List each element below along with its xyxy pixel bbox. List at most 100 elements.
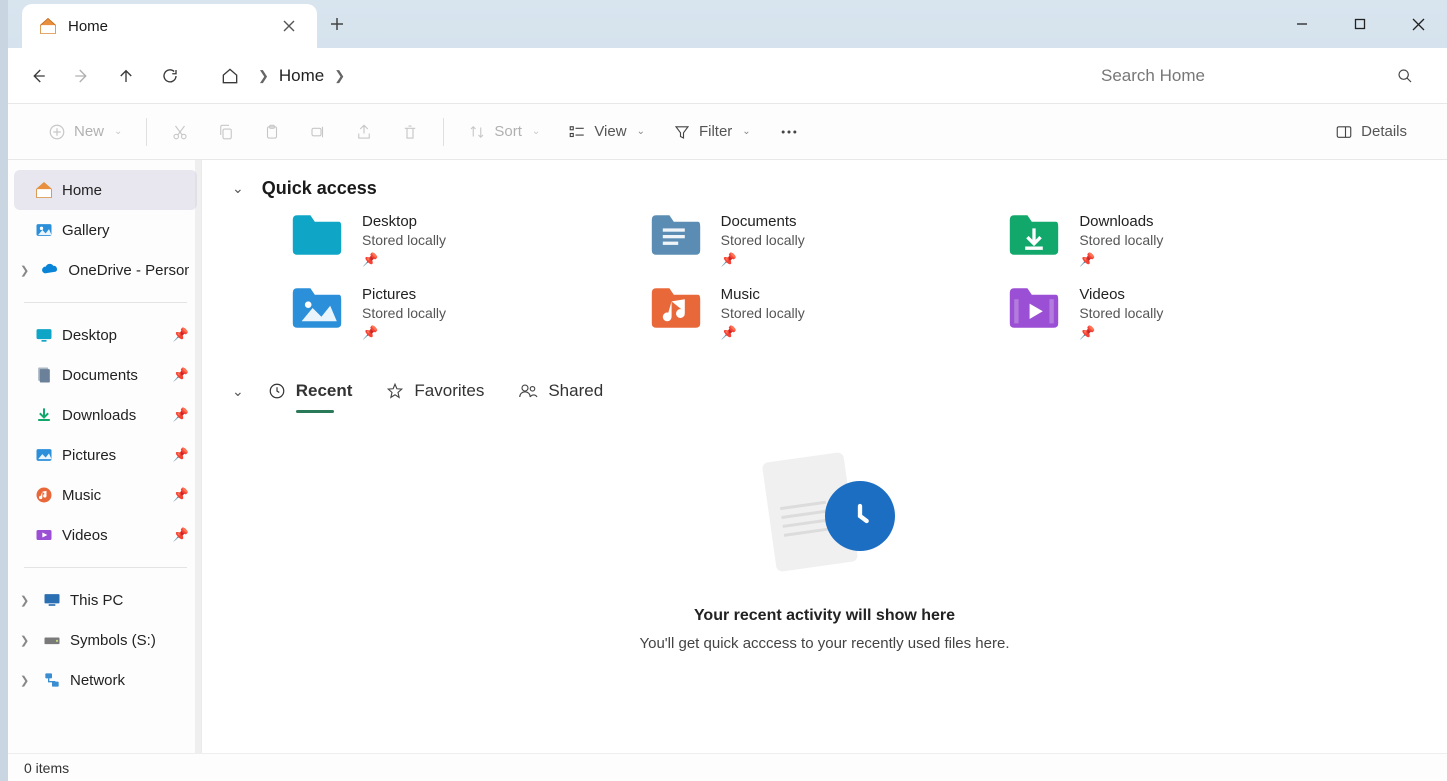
file-explorer-window: Home ❯ Home ❯ <box>0 0 1447 781</box>
qa-sublabel: Stored locally <box>362 305 446 321</box>
tab-favorites[interactable]: Favorites <box>384 375 486 407</box>
pin-icon: 📌 <box>173 447 189 463</box>
maximize-button[interactable] <box>1331 0 1389 48</box>
pin-icon: 📌 <box>721 252 805 268</box>
desktop-folder-icon <box>290 213 344 257</box>
tab-title: Home <box>68 18 265 35</box>
pictures-folder-icon <box>290 286 344 330</box>
share-button[interactable] <box>345 113 383 151</box>
pin-icon: 📌 <box>362 325 446 341</box>
window-controls <box>1273 0 1447 48</box>
details-pane-button[interactable]: Details <box>1325 113 1417 151</box>
empty-title: Your recent activity will show here <box>694 607 955 625</box>
quick-access-documents[interactable]: Documents Stored locally 📌 <box>649 213 974 268</box>
sort-button[interactable]: Sort ⌄ <box>458 113 550 151</box>
toolbar: New ⌄ Sort ⌄ View ⌄ Filter ⌄ <box>8 104 1447 160</box>
filter-button[interactable]: Filter ⌄ <box>663 113 761 151</box>
clock-icon <box>825 481 895 551</box>
downloads-folder-icon <box>1007 213 1061 257</box>
qa-label: Videos <box>1079 286 1163 303</box>
sidebar-item-this-pc[interactable]: ❯ This PC <box>14 580 197 620</box>
main-content: ⌄ Quick access Desktop Stored locally 📌 … <box>202 160 1447 753</box>
new-button[interactable]: New ⌄ <box>38 113 132 151</box>
chevron-down-icon: ⌄ <box>637 126 645 137</box>
pictures-icon <box>34 445 54 465</box>
search-input[interactable] <box>1101 66 1397 86</box>
new-tab-button[interactable] <box>317 0 357 48</box>
sidebar-item-network[interactable]: ❯ Network <box>14 660 197 700</box>
pin-icon: 📌 <box>1079 325 1163 341</box>
home-icon <box>38 16 58 36</box>
pin-icon: 📌 <box>721 325 805 341</box>
qa-label: Music <box>721 286 805 303</box>
quick-access-videos[interactable]: Videos Stored locally 📌 <box>1007 286 1332 341</box>
address-bar[interactable]: ❯ Home ❯ <box>194 58 1083 94</box>
desktop-icon <box>34 325 54 345</box>
sidebar-item-music[interactable]: Music 📌 <box>14 475 197 515</box>
qa-sublabel: Stored locally <box>1079 232 1163 248</box>
delete-button[interactable] <box>391 113 429 151</box>
sidebar-item-documents[interactable]: Documents 📌 <box>14 355 197 395</box>
rename-button[interactable] <box>299 113 337 151</box>
close-button[interactable] <box>1389 0 1447 48</box>
quick-access-music[interactable]: Music Stored locally 📌 <box>649 286 974 341</box>
tab-recent[interactable]: Recent <box>266 375 355 407</box>
navbar: ❯ Home ❯ <box>8 48 1447 104</box>
copy-button[interactable] <box>207 113 245 151</box>
qa-sublabel: Stored locally <box>362 232 446 248</box>
sidebar-item-pictures[interactable]: Pictures 📌 <box>14 435 197 475</box>
sidebar-item-onedrive[interactable]: ❯ OneDrive - Personal <box>14 250 197 290</box>
quick-access-pictures[interactable]: Pictures Stored locally 📌 <box>290 286 615 341</box>
chevron-down-icon: ⌄ <box>532 126 540 137</box>
downloads-icon <box>34 405 54 425</box>
back-button[interactable] <box>18 56 58 96</box>
sidebar-item-home[interactable]: Home <box>14 170 197 210</box>
sidebar-item-videos[interactable]: Videos 📌 <box>14 515 197 555</box>
sidebar-item-symbols-drive[interactable]: ❯ Symbols (S:) <box>14 620 197 660</box>
music-folder-icon <box>649 286 703 330</box>
cut-button[interactable] <box>161 113 199 151</box>
quick-access-downloads[interactable]: Downloads Stored locally 📌 <box>1007 213 1332 268</box>
videos-icon <box>34 525 54 545</box>
chevron-right-icon: ❯ <box>20 674 34 687</box>
chevron-down-icon: ⌄ <box>114 126 122 137</box>
chevron-down-icon[interactable]: ⌄ <box>232 383 244 400</box>
drive-icon <box>42 630 62 650</box>
status-bar: 0 items <box>8 753 1447 781</box>
qa-label: Pictures <box>362 286 446 303</box>
address-home-icon <box>212 58 248 94</box>
tab-shared[interactable]: Shared <box>516 375 605 407</box>
paste-button[interactable] <box>253 113 291 151</box>
chevron-right-icon: ❯ <box>334 68 345 84</box>
item-count: 0 items <box>24 760 69 776</box>
chevron-right-icon: ❯ <box>20 264 32 277</box>
forward-button[interactable] <box>62 56 102 96</box>
qa-label: Documents <box>721 213 805 230</box>
empty-subtitle: You'll get quick acccess to your recentl… <box>639 635 1009 652</box>
gallery-icon <box>34 220 54 240</box>
tab-home[interactable]: Home <box>22 4 317 48</box>
qa-label: Downloads <box>1079 213 1163 230</box>
quick-access-desktop[interactable]: Desktop Stored locally 📌 <box>290 213 615 268</box>
chevron-down-icon: ⌄ <box>742 126 750 137</box>
search-icon <box>1397 68 1413 84</box>
search-box[interactable] <box>1087 56 1427 96</box>
view-button[interactable]: View ⌄ <box>558 113 655 151</box>
chevron-right-icon: ❯ <box>20 594 34 607</box>
qa-sublabel: Stored locally <box>721 232 805 248</box>
chevron-down-icon[interactable]: ⌄ <box>232 180 244 197</box>
network-icon <box>42 670 62 690</box>
breadcrumb-home[interactable]: Home <box>279 66 324 86</box>
refresh-button[interactable] <box>150 56 190 96</box>
sidebar-item-downloads[interactable]: Downloads 📌 <box>14 395 197 435</box>
pin-icon: 📌 <box>173 327 189 343</box>
qa-label: Desktop <box>362 213 446 230</box>
up-button[interactable] <box>106 56 146 96</box>
sidebar-item-gallery[interactable]: Gallery <box>14 210 197 250</box>
tab-close-button[interactable] <box>275 12 303 40</box>
more-button[interactable] <box>769 113 809 151</box>
minimize-button[interactable] <box>1273 0 1331 48</box>
sidebar-item-desktop[interactable]: Desktop 📌 <box>14 315 197 355</box>
music-icon <box>34 485 54 505</box>
pin-icon: 📌 <box>173 407 189 423</box>
